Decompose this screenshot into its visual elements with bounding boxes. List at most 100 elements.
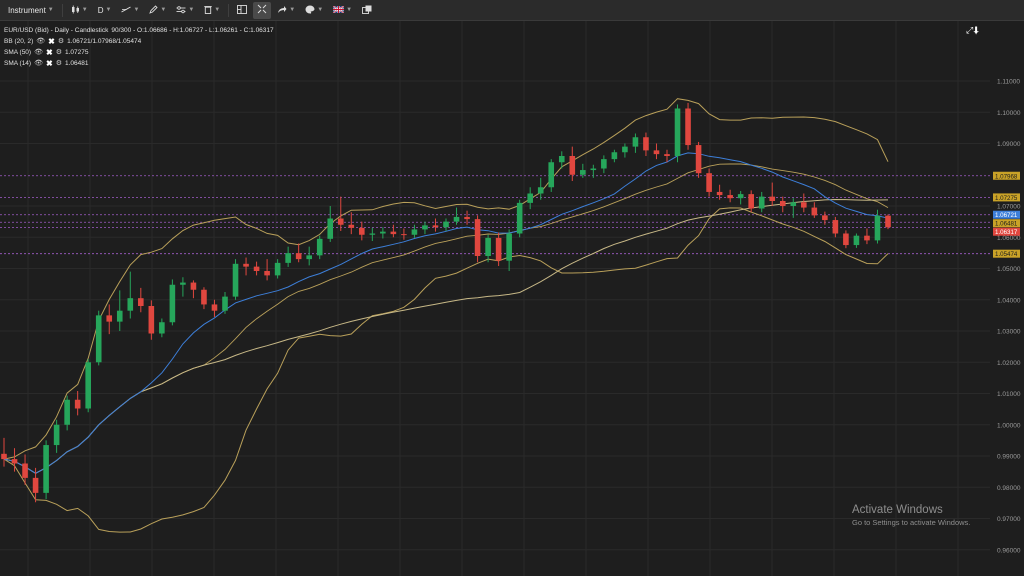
- candle-bear: [201, 289, 207, 305]
- candle-bull: [548, 162, 555, 188]
- timeframe-dropdown[interactable]: D ▼: [94, 2, 116, 19]
- gear-icon[interactable]: ⚙: [56, 58, 62, 69]
- chevron-down-icon: ▼: [160, 7, 167, 13]
- gear-icon[interactable]: ⚙: [58, 36, 64, 47]
- y-tick-label: 1.09000: [997, 141, 1021, 148]
- candle-bull: [222, 296, 228, 311]
- candle-bear: [706, 173, 712, 192]
- y-tick-label: 1.01000: [997, 391, 1021, 398]
- y-tick-label: 0.99000: [997, 454, 1021, 461]
- gear-icon[interactable]: ⚙: [56, 47, 62, 58]
- candle-bull: [274, 262, 281, 276]
- layout-button[interactable]: [233, 2, 251, 19]
- candle-bull: [43, 445, 49, 493]
- uk-flag-icon: [332, 4, 345, 15]
- candle-bull: [85, 362, 91, 409]
- crosshair-button[interactable]: [253, 1, 272, 19]
- eye-icon[interactable]: 👁: [36, 36, 45, 47]
- instrument-dropdown[interactable]: Instrument ▼: [4, 2, 58, 19]
- candlestick-icon: [71, 5, 80, 16]
- candle-bull: [590, 168, 597, 171]
- indicator-name: SMA (14): [4, 60, 32, 67]
- candle-bull: [380, 231, 386, 234]
- candle-bear: [253, 266, 260, 271]
- candle-bull: [622, 146, 628, 153]
- candle-bull: [758, 196, 765, 209]
- price-label: 1.06317: [995, 229, 1018, 236]
- candle-bear: [348, 224, 355, 228]
- price-label: 1.06721: [995, 212, 1018, 219]
- bollinger-lower-band: [3, 207, 889, 533]
- indicator-name: SMA (50): [4, 49, 32, 56]
- share-arrow-icon: [277, 5, 287, 16]
- legend-indicator-sma14: SMA (14) 👁 ✖ ⚙ 1.06481: [4, 58, 274, 69]
- legend-indicator-sma50: SMA (50) 👁 ✖ ⚙ 1.07275: [4, 47, 274, 58]
- chart-area[interactable]: 1.11000 1.10000 1.09000 1.07000 1.06000 1.050…: [0, 21, 1024, 576]
- chevron-down-icon: ▼: [133, 7, 140, 13]
- y-tick-label: 0.98000: [997, 485, 1021, 492]
- candle-bear: [295, 253, 302, 260]
- chart-legend: EUR/USD (Bid) - Daily - Candlestick 90/3…: [4, 25, 274, 69]
- candle-bear: [779, 201, 786, 206]
- candle-bear: [474, 219, 481, 256]
- candle-bull: [580, 170, 586, 175]
- candle-bull: [53, 424, 60, 446]
- candle-bear: [885, 215, 891, 228]
- bollinger-middle-band: [3, 163, 889, 474]
- crosshair-icon: [257, 4, 267, 16]
- candle-bear: [832, 220, 839, 234]
- expand-download-icons[interactable]: ⤢⬇: [966, 25, 979, 36]
- delete-dropdown[interactable]: ▼: [200, 2, 224, 19]
- indicators-icon: [176, 5, 186, 16]
- chart-type-dropdown[interactable]: ▼: [67, 2, 92, 19]
- candle-bull: [95, 315, 102, 363]
- candle-bear: [685, 108, 691, 146]
- candle-bull: [180, 282, 186, 285]
- candle-bull: [159, 322, 165, 334]
- candle-bear: [864, 235, 870, 241]
- trash-icon: [204, 5, 212, 16]
- indicator-value: 1.06481: [64, 60, 89, 67]
- candle-bear: [695, 145, 702, 174]
- y-tick-label: 1.04000: [997, 297, 1021, 304]
- legend-ohlc: 90/300 - O:1.06686 - H:1.06727 - L:1.062…: [111, 27, 274, 34]
- y-tick-label: 1.02000: [997, 360, 1021, 367]
- y-tick-label: 1.05000: [997, 266, 1021, 273]
- candle-bear: [264, 271, 270, 276]
- indicators-dropdown[interactable]: ▼: [172, 2, 198, 19]
- activate-windows-watermark: Activate Windows Go to Settings to activ…: [852, 504, 970, 527]
- grid-layer: [0, 21, 990, 576]
- theme-dropdown[interactable]: ▼: [301, 2, 327, 19]
- drawing-tools-dropdown[interactable]: ▼: [145, 2, 170, 19]
- remove-indicator-icon[interactable]: ✖: [46, 47, 53, 58]
- remove-indicator-icon[interactable]: ✖: [46, 58, 53, 69]
- watermark-subtitle: Go to Settings to activate Windows.: [852, 518, 971, 527]
- candle-bear: [801, 202, 807, 208]
- candle-bull: [232, 263, 239, 297]
- price-axis: 1.110001.100001.090001.070001.060001.050…: [997, 79, 1021, 555]
- eye-icon[interactable]: 👁: [34, 58, 43, 69]
- candle-bear: [811, 207, 818, 216]
- price-chart[interactable]: 1.110001.100001.090001.070001.060001.050…: [0, 21, 1024, 576]
- chevron-down-icon: ▼: [289, 7, 296, 13]
- share-dropdown[interactable]: ▼: [273, 2, 299, 19]
- price-label: 1.06481: [995, 221, 1018, 228]
- chevron-down-icon: ▼: [105, 7, 112, 13]
- remove-indicator-icon[interactable]: ✖: [48, 36, 55, 47]
- candle-bear: [843, 233, 849, 246]
- candle-bear: [716, 191, 723, 196]
- y-tick-label: 1.03000: [997, 329, 1021, 336]
- toolbar-divider: [61, 3, 63, 17]
- candle-bear: [748, 194, 754, 209]
- candle-bull: [169, 284, 176, 323]
- popout-button[interactable]: [358, 2, 376, 19]
- candle-bull: [285, 253, 291, 263]
- drawing-lines-dropdown[interactable]: ▼: [117, 2, 143, 19]
- candle-bear: [106, 315, 113, 322]
- eye-icon[interactable]: 👁: [34, 47, 43, 58]
- chevron-down-icon: ▼: [188, 7, 195, 13]
- language-dropdown[interactable]: ▼: [329, 2, 356, 19]
- candle-bear: [822, 215, 828, 221]
- candle-bull: [506, 233, 512, 261]
- download-icon[interactable]: ⬇: [973, 25, 979, 35]
